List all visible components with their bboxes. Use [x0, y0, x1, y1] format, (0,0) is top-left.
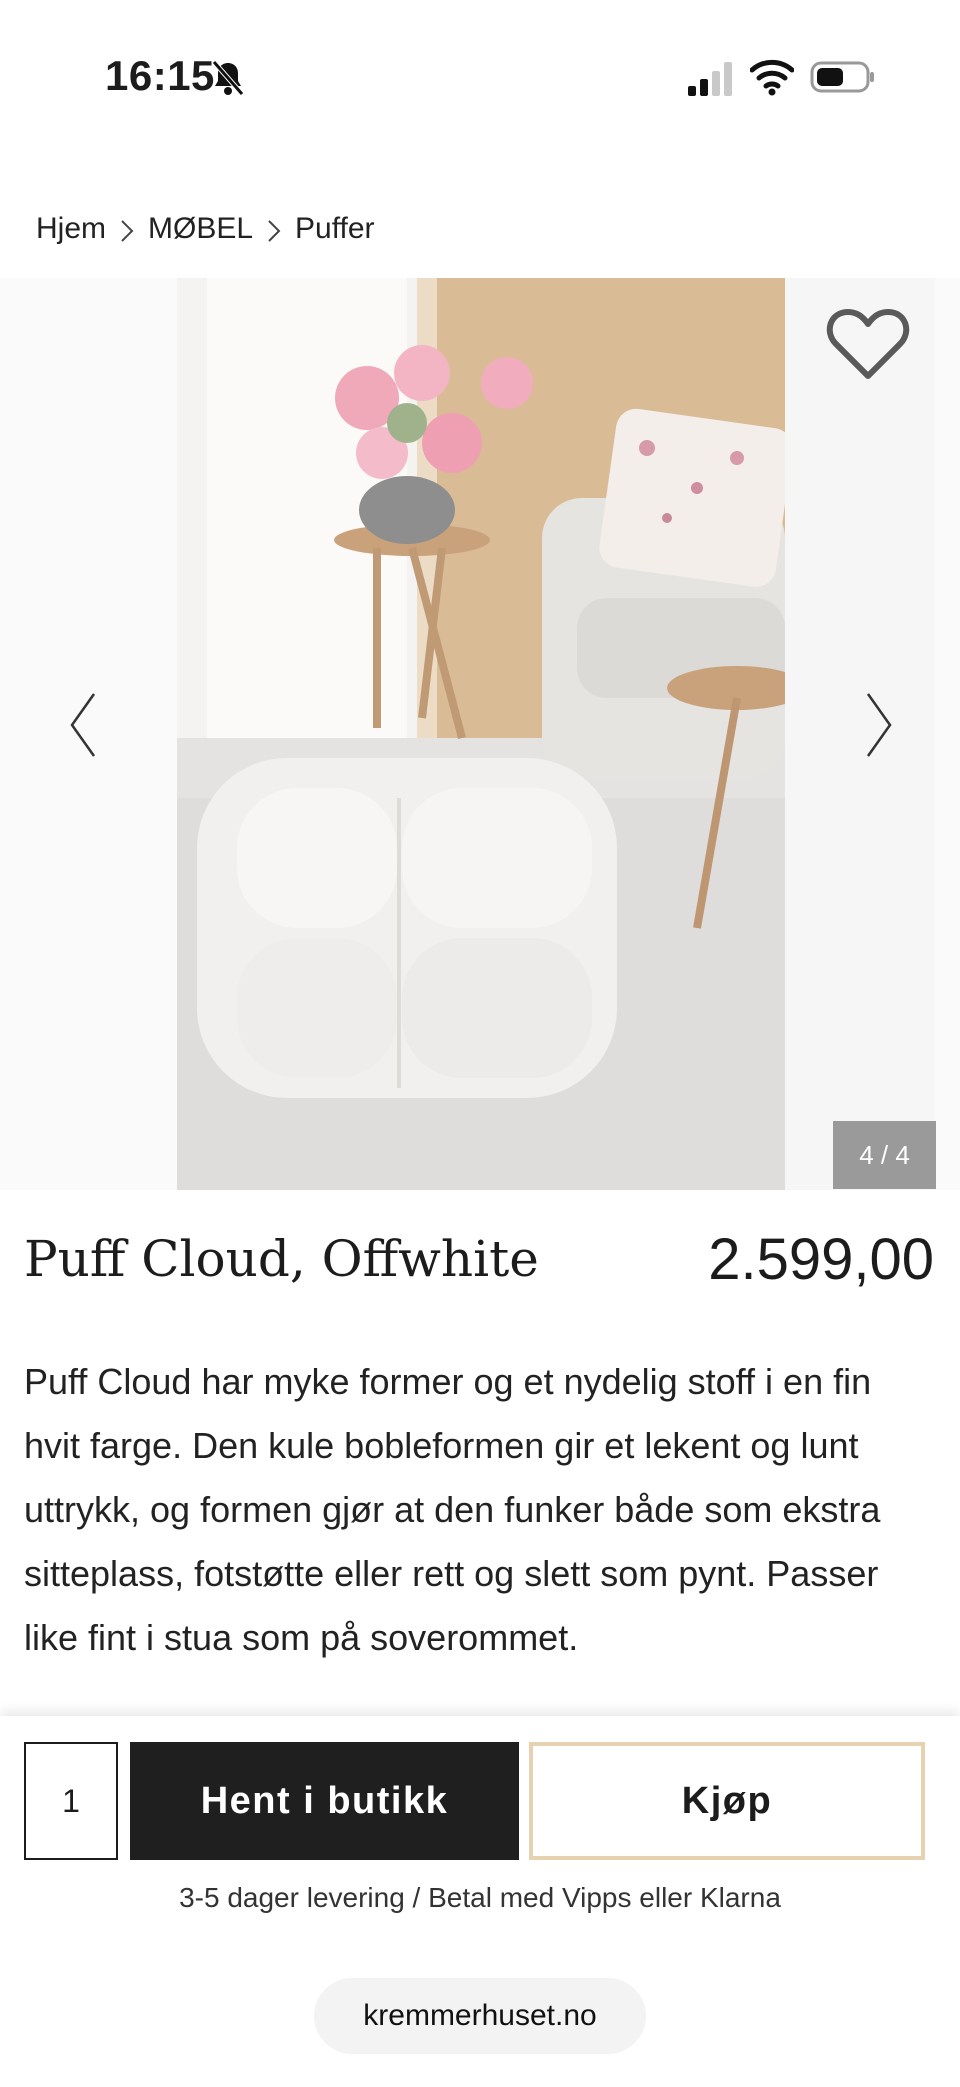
pickup-in-store-button[interactable]: Hent i butikk [130, 1742, 519, 1860]
breadcrumb-category[interactable]: MØBEL [148, 212, 253, 246]
chevron-right-icon[interactable] [862, 690, 896, 760]
signal-icon [688, 62, 732, 96]
chevron-right-icon [106, 213, 148, 245]
wifi-icon [750, 59, 794, 96]
delivery-note: 3-5 dager levering / Betal med Vipps ell… [179, 1882, 781, 1913]
breadcrumb-home[interactable]: Hjem [36, 212, 106, 246]
heart-icon[interactable] [826, 306, 910, 382]
buy-button[interactable]: Kjøp [529, 1742, 925, 1860]
battery-icon [810, 61, 874, 93]
status-time: 16:15 [105, 52, 215, 99]
breadcrumb: Hjem MØBEL Puffer [36, 212, 375, 246]
browser-address-pill[interactable]: kremmerhuset.no [314, 1978, 646, 2054]
product-price: 2.599,00 [708, 1227, 934, 1292]
breadcrumb-subcategory[interactable]: Puffer [295, 212, 375, 246]
product-description: Puff Cloud har myke former og et nydelig… [24, 1361, 881, 1658]
image-counter: 4 / 4 [833, 1121, 936, 1189]
chevron-right-icon [253, 213, 295, 245]
next-image-preview [785, 278, 935, 1190]
bell-slash-icon [212, 60, 244, 96]
product-title: Puff Cloud, Offwhite [24, 1230, 539, 1288]
chevron-left-icon[interactable] [66, 690, 100, 760]
product-image[interactable] [177, 278, 785, 1190]
product-photo-illustration [177, 278, 785, 1190]
quantity-input[interactable] [24, 1742, 118, 1860]
